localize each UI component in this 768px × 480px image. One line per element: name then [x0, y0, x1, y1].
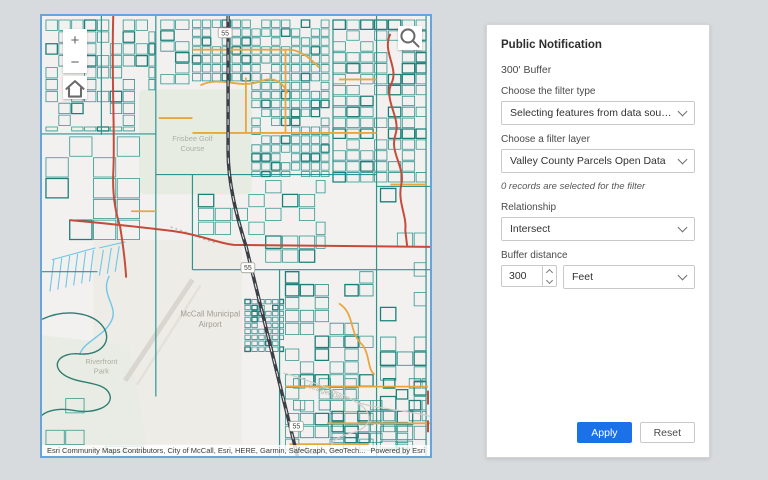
number-stepper	[542, 266, 556, 286]
svg-text:55: 55	[221, 30, 229, 37]
app-window: 55 55 55 Frisbee Golf Course McCall Muni…	[0, 0, 768, 480]
chevron-up-icon	[546, 268, 553, 275]
zoom-in-button[interactable]: +	[63, 29, 87, 51]
buffer-unit-select[interactable]: Feet	[563, 265, 695, 289]
filter-layer-select[interactable]: Valley County Parcels Open Data	[501, 149, 695, 173]
records-selected-hint: 0 records are selected for the filter	[501, 181, 695, 192]
reset-button[interactable]: Reset	[640, 422, 695, 443]
buffer-heading: 300' Buffer	[501, 64, 695, 76]
svg-text:Riverfront: Riverfront	[85, 357, 117, 366]
filter-layer-value: Valley County Parcels Open Data	[510, 155, 666, 167]
home-control	[63, 76, 87, 99]
svg-text:55: 55	[293, 424, 301, 431]
apply-button[interactable]: Apply	[577, 422, 631, 443]
public-notification-panel: Public Notification 300' Buffer Choose t…	[486, 24, 710, 458]
relationship-label: Relationship	[501, 202, 695, 213]
svg-text:Frisbee Golf: Frisbee Golf	[172, 134, 213, 143]
relationship-value: Intersect	[510, 223, 550, 235]
attribution-sources: Esri Community Maps Contributors, City o…	[47, 446, 365, 455]
filter-type-label: Choose the filter type	[501, 86, 695, 97]
svg-text:Airport: Airport	[199, 320, 223, 329]
home-button[interactable]	[63, 76, 87, 100]
map-widget[interactable]: 55 55 55 Frisbee Golf Course McCall Muni…	[40, 14, 432, 458]
chevron-down-icon	[546, 276, 553, 283]
relationship-select[interactable]: Intersect	[501, 217, 695, 241]
chevron-down-icon	[678, 271, 688, 281]
home-icon	[63, 76, 87, 100]
zoom-out-button[interactable]: −	[63, 51, 87, 73]
stepper-up-button[interactable]	[543, 266, 556, 276]
search-control	[398, 26, 422, 50]
svg-text:55: 55	[244, 265, 252, 272]
map-canvas[interactable]: 55 55 55 Frisbee Golf Course McCall Muni…	[42, 16, 430, 456]
buffer-unit-value: Feet	[572, 271, 593, 283]
chevron-down-icon	[678, 223, 688, 233]
svg-text:McCall Municipal: McCall Municipal	[180, 309, 240, 318]
powered-by-esri: Powered by Esri	[370, 446, 425, 455]
chevron-down-icon	[678, 107, 688, 117]
filter-type-select[interactable]: Selecting features from data source	[501, 101, 695, 125]
chevron-down-icon	[678, 155, 688, 165]
highway-shield: 55	[241, 263, 255, 273]
filter-layer-label: Choose a filter layer	[501, 134, 695, 145]
highway-shield: 55	[289, 421, 303, 431]
buffer-distance-label: Buffer distance	[501, 250, 695, 261]
panel-title: Public Notification	[501, 39, 695, 51]
zoom-control: + −	[63, 29, 87, 73]
svg-text:Park: Park	[94, 367, 110, 376]
buffer-distance-input[interactable]	[502, 266, 542, 286]
buffer-distance-field	[501, 265, 557, 287]
search-icon	[398, 26, 422, 50]
search-button[interactable]	[398, 26, 422, 50]
map-attribution: Esri Community Maps Contributors, City o…	[42, 445, 430, 456]
svg-text:Course: Course	[181, 144, 205, 153]
highway-shield: 55	[218, 28, 232, 38]
buffer-distance-row: Feet	[501, 265, 695, 289]
panel-actions: Apply Reset	[501, 422, 695, 443]
filter-type-value: Selecting features from data source	[510, 107, 673, 119]
stepper-down-button[interactable]	[543, 276, 556, 286]
